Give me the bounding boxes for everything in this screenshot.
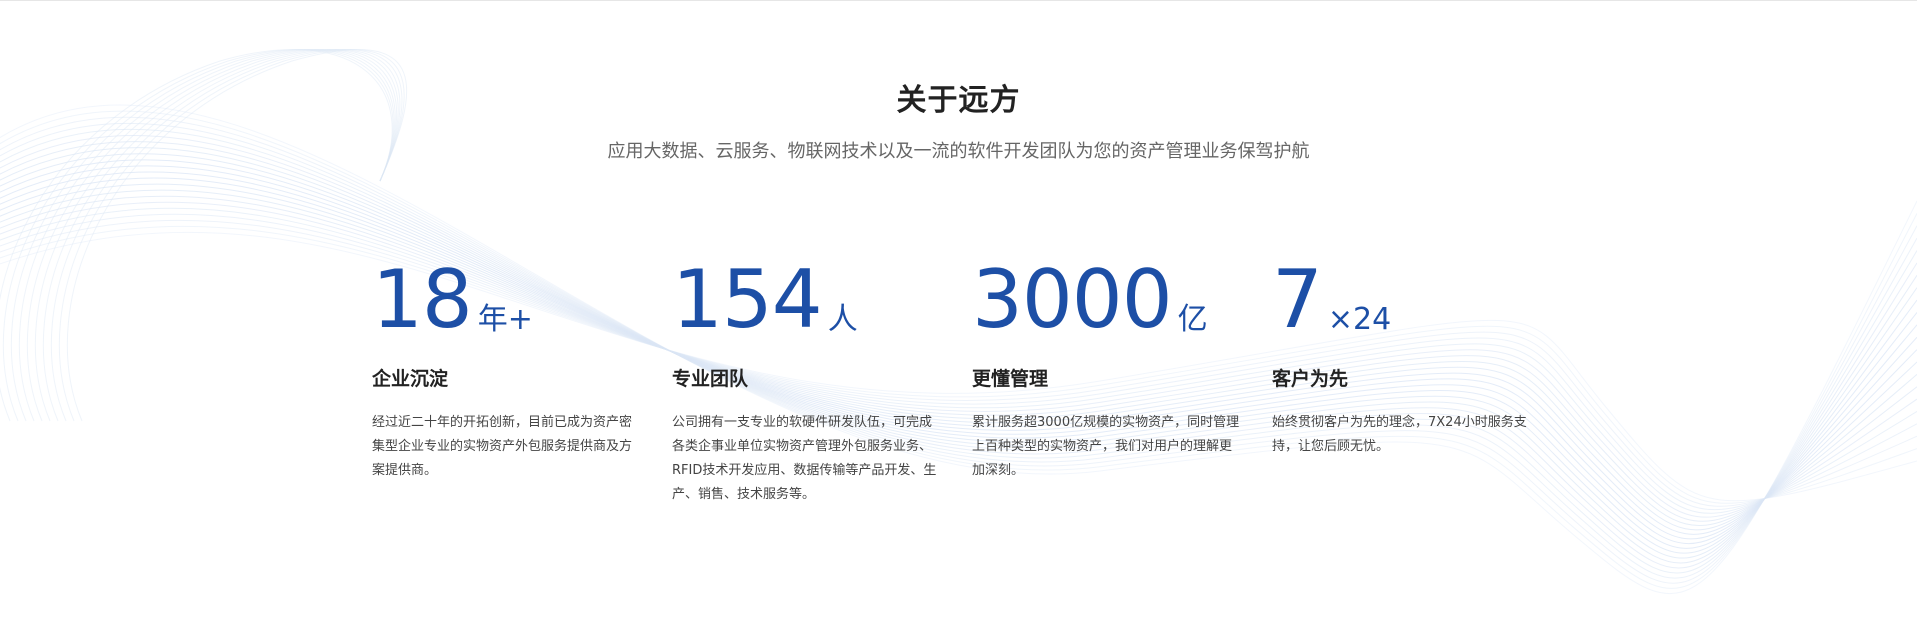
stat-number: 154 (672, 253, 823, 346)
stat-heading: 客户为先 (1272, 368, 1349, 390)
section-title: 关于远方 (896, 83, 1021, 118)
stat-card-experience: 18 年+ 企业沉淀 经过近二十年的开拓创新，目前已成为资产密集型企业专业的实物资… (372, 257, 647, 483)
stat-number: 3000 (972, 253, 1173, 346)
stat-figure: 3000 亿 (972, 257, 1247, 343)
stat-description: 累计服务超3000亿规模的实物资产，同时管理上百种类型的实物资产，我们对用户的理… (972, 415, 1240, 478)
stat-number: 7 (1272, 253, 1323, 346)
stat-figure: 154 人 (672, 257, 947, 343)
about-section: 关于远方 应用大数据、云服务、物联网技术以及一流的软件开发团队为您的资产管理业务… (0, 0, 1917, 622)
stat-unit: ×24 (1327, 302, 1392, 337)
section-subtitle: 应用大数据、云服务、物联网技术以及一流的软件开发团队为您的资产管理业务保驾护航 (607, 141, 1310, 162)
stat-heading: 专业团队 (672, 368, 749, 390)
stat-card-management: 3000 亿 更懂管理 累计服务超3000亿规模的实物资产，同时管理上百种类型的实… (972, 257, 1247, 483)
stat-number: 18 (372, 253, 473, 346)
stat-unit: 人 (827, 302, 858, 337)
stat-unit: 亿 (1177, 302, 1208, 337)
stats-row: 18 年+ 企业沉淀 经过近二十年的开拓创新，目前已成为资产密集型企业专业的实物资… (372, 257, 1572, 537)
stat-card-team: 154 人 专业团队 公司拥有一支专业的软硬件研发队伍，可完成各类企事业单位实物资… (672, 257, 947, 507)
stat-unit: 年+ (477, 302, 533, 337)
stat-description: 始终贯彻客户为先的理念，7X24小时服务支持，让您后顾无忧。 (1272, 415, 1527, 454)
stat-card-customer-first: 7 ×24 客户为先 始终贯彻客户为先的理念，7X24小时服务支持，让您后顾无忧。 (1272, 257, 1547, 459)
stat-description: 经过近二十年的开拓创新，目前已成为资产密集型企业专业的实物资产外包服务提供商及方… (372, 415, 633, 478)
stat-heading: 企业沉淀 (372, 368, 449, 390)
stat-description: 公司拥有一支专业的软硬件研发队伍，可完成各类企事业单位实物资产管理外包服务业务、… (672, 415, 937, 502)
stat-heading: 更懂管理 (972, 368, 1049, 390)
stat-figure: 7 ×24 (1272, 257, 1547, 343)
stat-figure: 18 年+ (372, 257, 647, 343)
